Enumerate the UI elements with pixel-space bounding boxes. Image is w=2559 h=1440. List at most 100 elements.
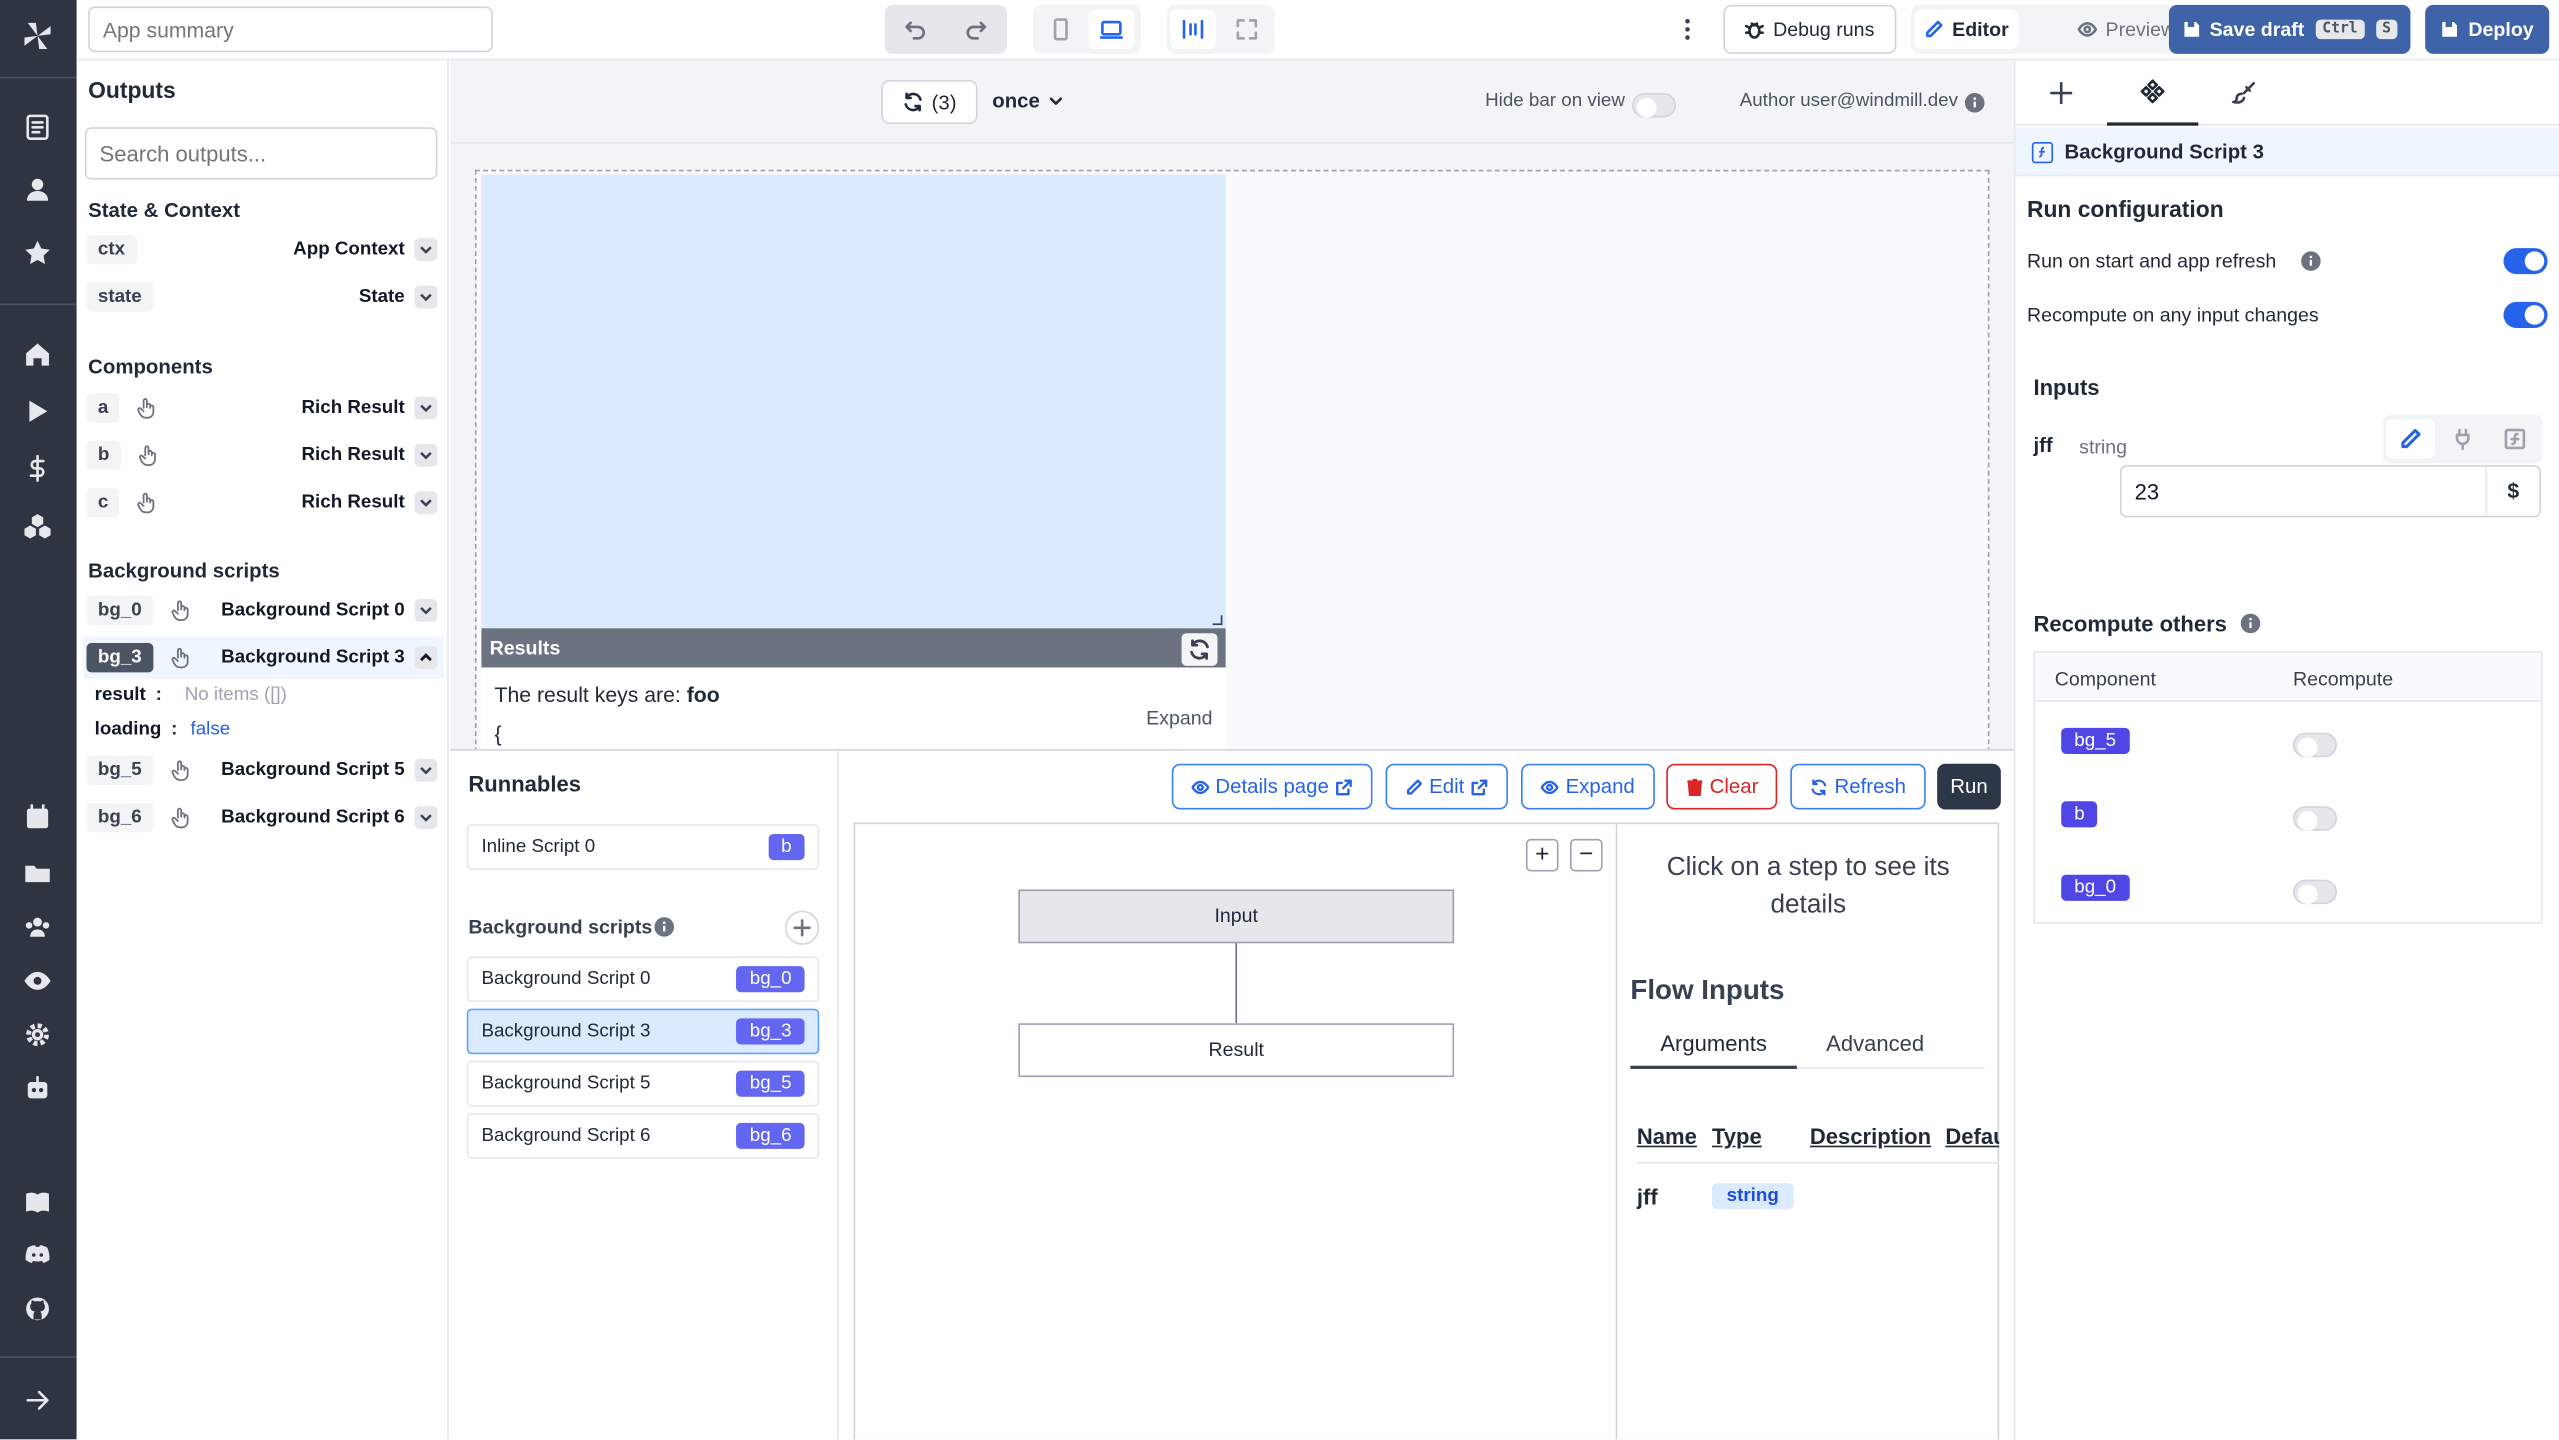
edit-button[interactable]: Edit (1385, 763, 1508, 810)
hand-pointer-icon[interactable] (137, 444, 160, 467)
star-icon[interactable] (23, 238, 52, 267)
dashboard-icon[interactable] (23, 113, 52, 142)
run-on-start-toggle[interactable] (2503, 248, 2548, 275)
expand-sidebar-icon[interactable] (23, 1386, 52, 1415)
input-value-field[interactable]: 23 $ (2119, 465, 2542, 518)
flow-graph[interactable]: + − Input Result (855, 824, 1618, 1440)
selected-component-area[interactable] (481, 174, 1226, 629)
refresh-app-button[interactable]: (3) (881, 79, 978, 125)
col-name[interactable]: Name (1637, 1124, 1697, 1148)
output-row-ctx[interactable]: ctx App Context (83, 228, 444, 270)
editor-tab[interactable]: Editor (1914, 9, 2019, 49)
refresh-button[interactable]: Refresh (1790, 763, 1926, 810)
recompute-toggle[interactable] (2292, 806, 2338, 831)
output-row-b[interactable]: b Rich Result (83, 434, 444, 476)
resources-icon[interactable] (23, 511, 52, 540)
output-row-bg_5[interactable]: bg_5 Background Script 5 (83, 749, 444, 791)
chevron-down-icon[interactable] (414, 443, 438, 467)
save-draft-button[interactable]: Save draft Ctrl S (2168, 4, 2411, 54)
flow-input-node[interactable]: Input (1018, 889, 1455, 944)
desktop-view-icon[interactable] (1088, 9, 1135, 49)
hand-pointer-icon[interactable] (136, 397, 159, 420)
dollar-icon[interactable] (23, 454, 52, 483)
calendar-icon[interactable] (23, 803, 52, 832)
chevron-down-icon[interactable] (414, 238, 438, 262)
chevron-down-icon[interactable] (414, 285, 438, 309)
expand-results-link[interactable]: Expand (1146, 707, 1212, 730)
docs-book-icon[interactable] (23, 1188, 52, 1217)
tab-advanced[interactable]: Advanced (1797, 1027, 1954, 1069)
hand-pointer-icon[interactable] (136, 491, 159, 514)
output-row-bg_6[interactable]: bg_6 Background Script 6 (83, 796, 444, 838)
search-outputs-input[interactable] (84, 127, 438, 180)
col-type[interactable]: Type (1712, 1124, 1762, 1148)
zoom-out-button[interactable]: − (1569, 838, 1603, 872)
resize-handle-icon[interactable] (1212, 615, 1223, 626)
user-icon[interactable] (23, 175, 52, 204)
settings-gear-icon[interactable] (23, 1020, 52, 1049)
refresh-mode-select[interactable]: once (992, 90, 1064, 113)
robot-icon[interactable] (23, 1074, 52, 1103)
run-button[interactable]: Run (1937, 763, 2001, 810)
results-refresh-icon[interactable] (1181, 633, 1218, 666)
zoom-in-button[interactable]: + (1525, 838, 1559, 872)
deploy-button[interactable]: Deploy (2425, 4, 2550, 54)
groups-icon[interactable] (23, 912, 52, 941)
redo-icon[interactable] (965, 18, 988, 41)
loading-value[interactable]: false (191, 720, 231, 740)
expand-button[interactable]: Expand (1521, 763, 1655, 810)
col-default[interactable]: Default (1945, 1124, 1999, 1148)
tab-component-settings[interactable] (2106, 60, 2199, 126)
chevron-down-icon[interactable] (414, 598, 438, 622)
clear-button[interactable]: Clear (1666, 763, 1778, 810)
static-input-pencil-icon[interactable] (2385, 419, 2435, 459)
runnable-bg-item[interactable]: Background Script 6 bg_6 (466, 1113, 820, 1159)
eye-icon[interactable] (23, 966, 52, 995)
discord-icon[interactable] (23, 1240, 52, 1269)
fixed-width-icon[interactable] (1170, 9, 1216, 49)
recompute-toggle[interactable] (2292, 879, 2338, 905)
hand-pointer-icon[interactable] (169, 646, 192, 669)
col-description[interactable]: Description (1810, 1124, 1931, 1148)
output-row-state[interactable]: state State (83, 276, 444, 318)
hand-pointer-icon[interactable] (169, 759, 192, 782)
runnable-inline-item[interactable]: Inline Script 0 b (466, 824, 820, 870)
more-options-icon[interactable] (1674, 16, 1700, 42)
output-row-bg_3[interactable]: bg_3 Background Script 3 (83, 636, 444, 679)
chevron-down-icon[interactable] (414, 396, 438, 420)
chevron-up-icon[interactable] (414, 646, 438, 670)
add-background-script-icon[interactable] (784, 910, 820, 945)
debug-runs-button[interactable]: Debug runs (1723, 4, 1897, 54)
runnable-bg-item[interactable]: Background Script 0 bg_0 (466, 956, 820, 1003)
windmill-logo-icon[interactable] (21, 20, 54, 53)
connect-plug-icon[interactable] (2451, 428, 2474, 451)
output-row-a[interactable]: a Rich Result (83, 387, 444, 429)
play-icon[interactable] (23, 397, 52, 426)
result-value[interactable]: No items ([]) (185, 685, 287, 705)
hand-pointer-icon[interactable] (169, 806, 192, 829)
dollar-icon[interactable]: $ (2485, 466, 2540, 516)
chevron-down-icon[interactable] (414, 758, 438, 782)
chevron-down-icon[interactable] (414, 491, 438, 515)
flow-result-node[interactable]: Result (1018, 1023, 1455, 1078)
app-name-input[interactable] (88, 6, 493, 53)
recompute-toggle[interactable] (2292, 732, 2338, 758)
tab-arguments[interactable]: Arguments (1630, 1027, 1797, 1069)
folder-icon[interactable] (23, 858, 52, 887)
runnable-bg-item[interactable]: Background Script 3 bg_3 (466, 1008, 820, 1055)
undo-icon[interactable] (904, 18, 927, 41)
details-page-button[interactable]: Details page (1171, 763, 1373, 810)
output-row-bg_0[interactable]: bg_0 Background Script 0 (83, 589, 444, 631)
hand-pointer-icon[interactable] (169, 599, 192, 622)
full-width-icon[interactable] (1235, 18, 1258, 41)
mobile-view-icon[interactable] (1049, 18, 1072, 41)
brush-icon[interactable] (2231, 80, 2257, 106)
runnable-bg-item[interactable]: Background Script 5 bg_5 (466, 1060, 820, 1107)
github-icon[interactable] (23, 1294, 52, 1323)
home-icon[interactable] (23, 339, 52, 368)
eval-script-icon[interactable] (2503, 428, 2526, 451)
recompute-on-change-toggle[interactable] (2503, 301, 2548, 329)
output-row-c[interactable]: c Rich Result (83, 481, 444, 523)
chevron-down-icon[interactable] (414, 806, 438, 830)
hide-bar-toggle[interactable] (1632, 93, 1677, 118)
